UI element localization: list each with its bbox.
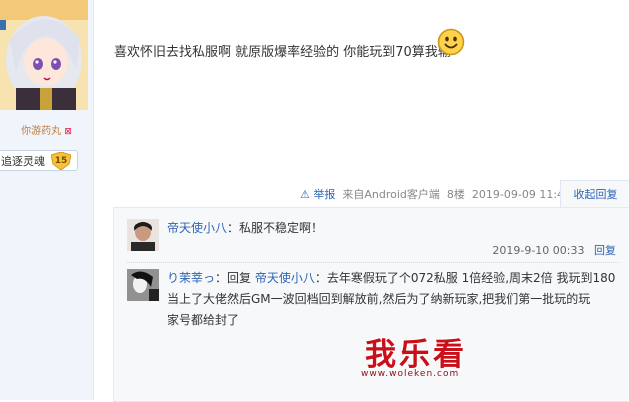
fold-replies-button[interactable]: 收起回复 [560, 180, 629, 209]
reply-time: 2019-9-10 00:33 [492, 244, 585, 257]
reply-list: 帝天使小八：私服不稳定啊！ 2019-9-10 00:33 回复 り茉莘っ：回复… [113, 207, 629, 402]
warning-icon: ⚠ [300, 188, 310, 201]
post-floor: 8楼 [446, 188, 465, 201]
author-name[interactable]: 你游药丸 ⊠ [0, 122, 93, 137]
reply-username[interactable]: 帝天使小八 [167, 221, 227, 235]
anime-avatar-image [0, 0, 88, 110]
reply-meta: 2019-9-10 00:33 回复 [492, 242, 616, 258]
post-time: 2019-09-09 11:46 [471, 188, 572, 201]
post-content: 喜欢怀旧去找私服啊 就原版爆率经验的 你能玩到70算我输 [114, 45, 451, 60]
user-avatar-image [127, 219, 159, 251]
reply-message-part-3: 家号都给封了 [167, 313, 240, 327]
post-source: 来自Android客户端 [342, 188, 440, 201]
report-link[interactable]: 举报 [313, 188, 335, 201]
reply-username[interactable]: り茉莘っ [167, 271, 215, 285]
user-avatar-image [127, 269, 159, 301]
author-avatar[interactable] [0, 0, 88, 110]
reply-text: り茉莘っ：回复 帝天使小八：去年寒假玩了个072私服 1倍经验,周末2倍 我玩到… [167, 268, 615, 331]
reply-text: 帝天使小八：私服不稳定啊！ [167, 218, 323, 239]
post-meta-bar: ⚠ 举报 来自Android客户端 8楼 2019-09-09 11:46 [300, 186, 571, 202]
author-name-text[interactable]: 你游药丸 [21, 126, 61, 137]
reply-avatar[interactable] [127, 219, 159, 251]
reply-message: ：私服不稳定啊！ [227, 221, 324, 235]
reply-message-part-2: 当上了大佬然后GM一波回档回到解放前,然后为了纳新玩家,把我们第一批玩的玩 [167, 292, 591, 306]
level-badge: 15 [50, 151, 72, 171]
level-number: 15 [54, 156, 68, 166]
reply-message-part-1: ：去年寒假玩了个072私服 1倍经验,周末2倍 我玩到180 [314, 271, 616, 285]
reply-target-username[interactable]: 帝天使小八 [255, 271, 315, 285]
reply-line-1: り茉莘っ：回复 帝天使小八：去年寒假玩了个072私服 1倍经验,周末2倍 我玩到… [167, 268, 615, 289]
author-sidebar: 你游药丸 ⊠ 追逐灵魂 15 [0, 0, 94, 400]
reply-divider [127, 262, 620, 263]
author-title-chip[interactable]: 追逐灵魂 15 [0, 150, 78, 171]
smiley-emoji-icon [437, 28, 465, 56]
reply-button[interactable]: 回复 [594, 244, 616, 257]
reply-avatar[interactable] [127, 269, 159, 301]
reply-prefix: ：回复 [215, 271, 252, 285]
author-title-text: 追逐灵魂 [1, 155, 45, 168]
gender-badge-icon: ⊠ [64, 127, 72, 137]
